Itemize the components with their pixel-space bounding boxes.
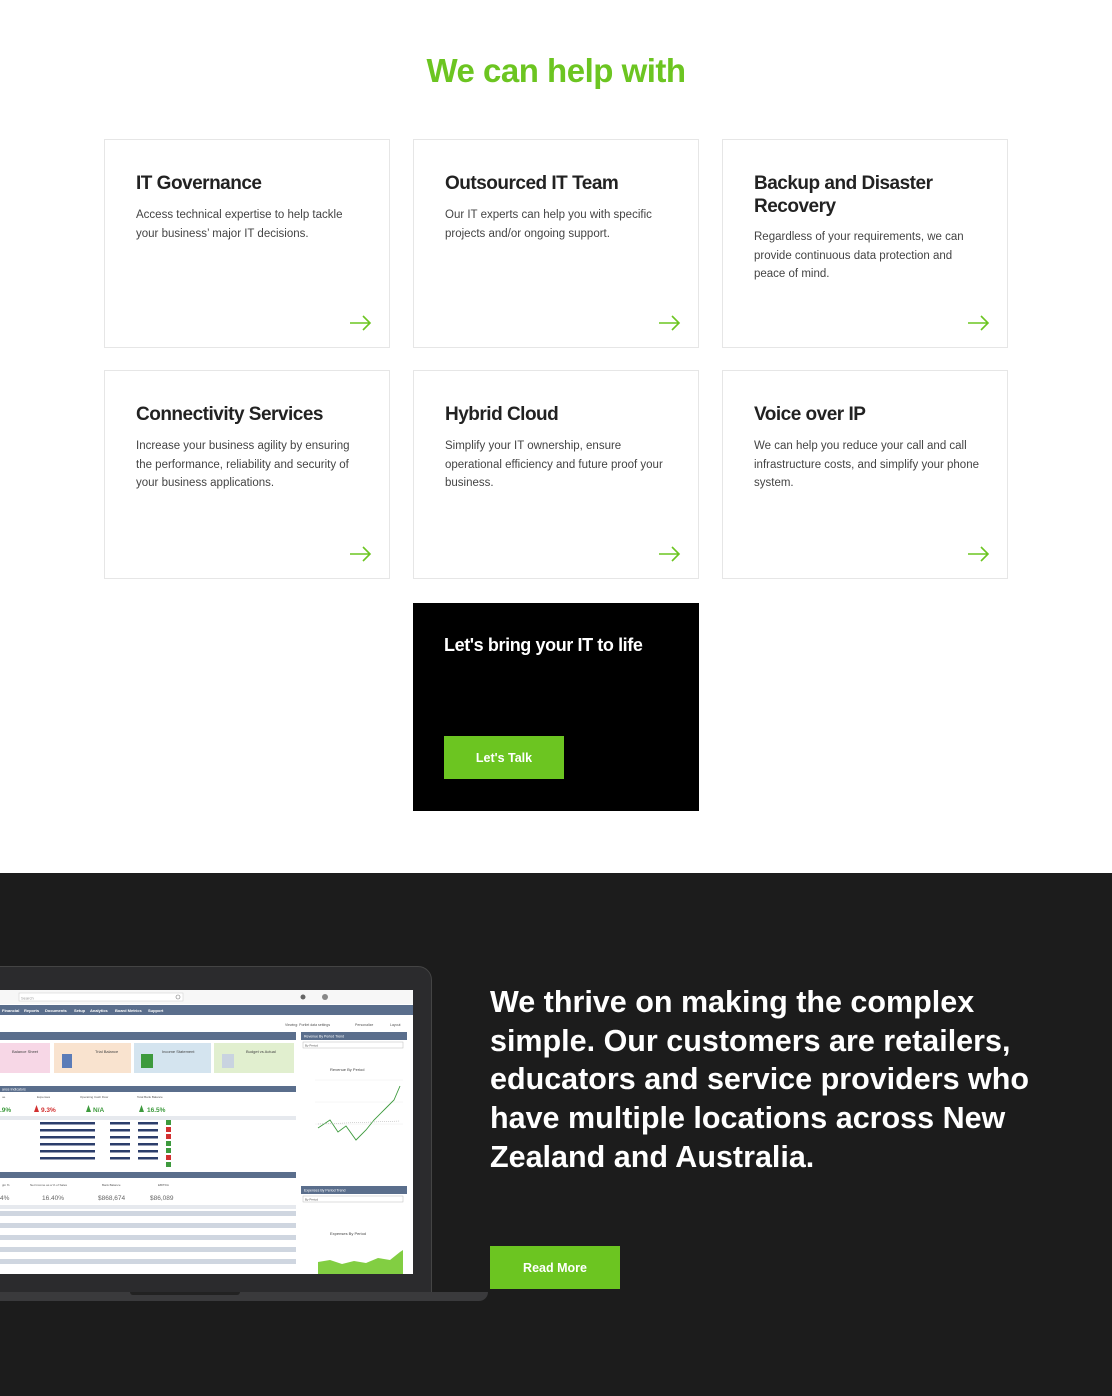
card-description: Our IT experts can help you with specifi…	[445, 209, 652, 240]
kpi-value: 9.3%	[41, 1107, 56, 1114]
card-title: Voice over IP	[754, 404, 866, 425]
card-connectivity-services[interactable]: Connectivity Services Increase your busi…	[104, 370, 390, 579]
arrow-right-icon[interactable]	[350, 546, 372, 562]
laptop-base	[0, 1292, 488, 1301]
cta-title: Let's bring your IT to life	[444, 635, 643, 655]
kpi-label: Operating Cash Flow	[80, 1095, 109, 1099]
kpi-value: 4%	[0, 1195, 10, 1202]
laptop-notch	[130, 1292, 240, 1295]
kpi-label: Total Bank Balance	[137, 1095, 163, 1099]
about-heading: We thrive on making the complex simple. …	[490, 985, 1030, 1174]
dashboard-search: Search	[21, 996, 34, 1001]
viewing-label: Viewing: Portlet data settings	[285, 1023, 330, 1027]
arrow-right-icon[interactable]	[968, 315, 990, 331]
nav-item: Setup	[74, 1008, 86, 1013]
card-description: Simplify your IT ownership, ensure opera…	[445, 440, 663, 489]
card-title: Backup and Disaster Recovery	[754, 173, 933, 217]
tile-label: Budget vs Actual	[246, 1049, 276, 1054]
card-title: Connectivity Services	[136, 404, 323, 425]
kpi-label: Net Income as a % of Sales	[30, 1183, 68, 1187]
card-description: We can help you reduce your call and cal…	[754, 440, 979, 489]
kpi-label: Expenses	[37, 1095, 51, 1099]
personalize-label: Personalize	[355, 1023, 373, 1027]
chart2-subtitle: Expenses By Period	[330, 1231, 366, 1236]
period-select: By Period	[305, 1044, 318, 1048]
dashboard-screenshot: Search Financial Reports Documents Setup…	[0, 990, 413, 1274]
arrow-up-icon	[139, 1105, 144, 1112]
nav-item: Analytics	[90, 1008, 109, 1013]
cta-card: Let's bring your IT to life Let's Talk	[413, 603, 699, 811]
card-description: Regardless of your requirements, we can …	[754, 231, 964, 280]
kpi-value: $86,089	[150, 1195, 174, 1202]
money-icon	[141, 1054, 153, 1068]
card-description: Increase your business agility by ensuri…	[136, 440, 350, 489]
laptop-image: Search Financial Reports Documents Setup…	[0, 966, 488, 1302]
services-section: We can help with IT Governance Access te…	[0, 0, 1112, 873]
card-voice-over-ip[interactable]: Voice over IP We can help you reduce you…	[722, 370, 1008, 579]
card-hybrid-cloud[interactable]: Hybrid Cloud Simplify your IT ownership,…	[413, 370, 699, 579]
kpi-label: Bank Balance	[102, 1183, 121, 1187]
kpi-value: 16.5%	[147, 1107, 166, 1114]
card-backup-disaster-recovery[interactable]: Backup and Disaster Recovery Regardless …	[722, 139, 1008, 348]
section-title: We can help with	[426, 52, 686, 89]
tile-label: Balance Sheet	[12, 1049, 39, 1054]
card-title: Outsourced IT Team	[445, 173, 619, 194]
arrow-right-icon[interactable]	[659, 546, 681, 562]
lets-talk-button[interactable]: Let's Talk	[444, 736, 564, 779]
card-it-governance[interactable]: IT Governance Access technical expertise…	[104, 139, 390, 348]
nav-item: Support	[148, 1008, 164, 1013]
kpi-label: ue	[2, 1095, 6, 1099]
card-title: Hybrid Cloud	[445, 404, 559, 425]
help-icon	[300, 994, 306, 1000]
chart2-title: Expenses By Period Trend	[304, 1189, 345, 1193]
nav-item: Documents	[45, 1008, 68, 1013]
expenses-area	[318, 1250, 403, 1274]
arrow-up-icon	[34, 1105, 39, 1112]
kpi-value: 16.40%	[42, 1195, 64, 1202]
card-description: Access technical expertise to help tackl…	[136, 209, 343, 240]
kpi-value: N/A	[93, 1107, 105, 1114]
kpi-label: gin %	[2, 1183, 10, 1187]
kpi-header: ance Indicators	[2, 1088, 26, 1092]
arrow-up-icon	[86, 1105, 91, 1112]
arrow-right-icon[interactable]	[968, 546, 990, 562]
kpi-value: $868,674	[98, 1195, 125, 1202]
chart1-subtitle: Revenue By Period	[330, 1067, 364, 1072]
read-more-button[interactable]: Read More	[490, 1246, 620, 1289]
period-select: By Period	[305, 1198, 318, 1202]
kpi-value: .9%	[0, 1107, 11, 1114]
arrow-right-icon[interactable]	[659, 315, 681, 331]
card-title: IT Governance	[136, 173, 262, 194]
arrow-right-icon[interactable]	[350, 315, 372, 331]
nav-item: Financial	[2, 1008, 19, 1013]
kpi-label: EBITDA	[158, 1183, 169, 1187]
tile-label: Income Statement	[162, 1049, 195, 1054]
tile-label: Trial Balance	[95, 1049, 119, 1054]
revenue-trend-line	[317, 1085, 401, 1141]
nav-item: Board Metrics	[115, 1008, 142, 1013]
chart1-title: Revenue By Period Trend	[304, 1035, 344, 1039]
avatar	[322, 994, 328, 1000]
about-section: Search Financial Reports Documents Setup…	[0, 873, 1112, 1396]
document-icon	[62, 1054, 72, 1068]
layout-label: Layout	[390, 1023, 401, 1027]
chart-doc-icon	[222, 1054, 234, 1068]
nav-item: Reports	[24, 1008, 40, 1013]
card-outsourced-it-team[interactable]: Outsourced IT Team Our IT experts can he…	[413, 139, 699, 348]
